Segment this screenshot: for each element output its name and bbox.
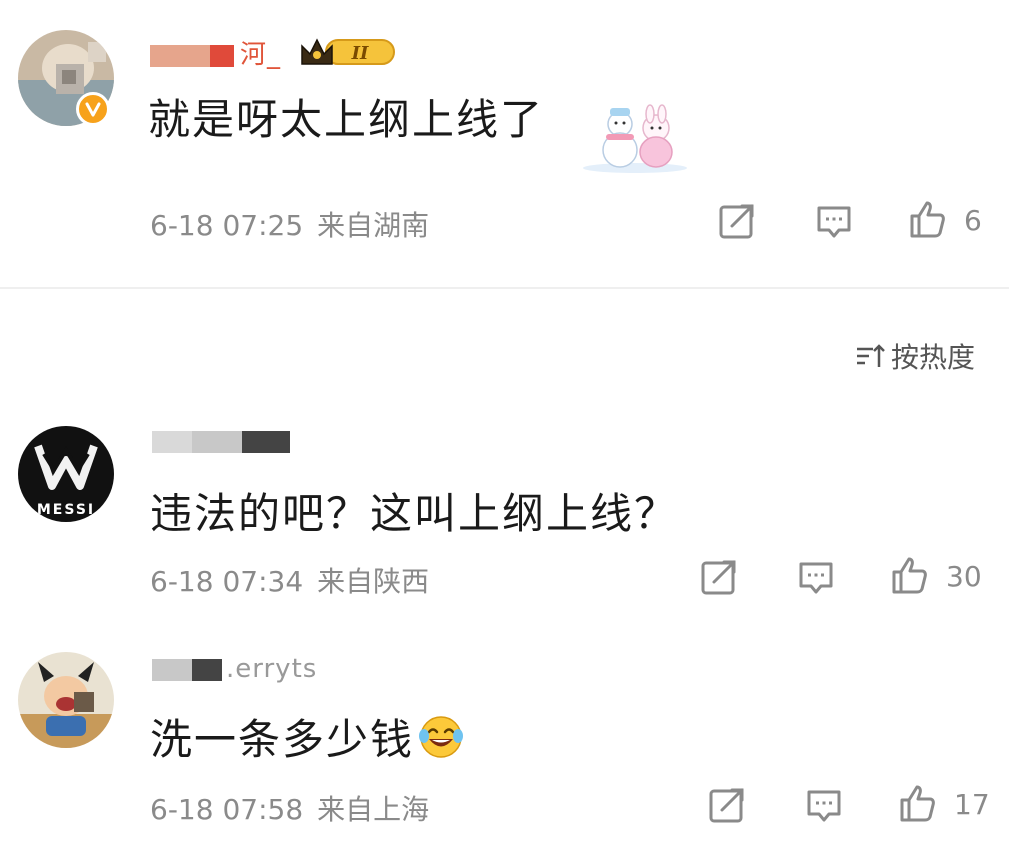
comment-item: MESSI 违法的吧？这叫上纲上线？ 6-18 07:34 来自陕西 30 xyxy=(0,410,1009,630)
like-count: 6 xyxy=(964,204,982,237)
snowman-sticker-icon xyxy=(583,104,687,173)
share-icon[interactable] xyxy=(708,786,746,824)
comment-meta: 6-18 07:34 来自陕西 xyxy=(150,560,429,600)
comment-text: 就是呀太上纲上线了 xyxy=(148,95,545,144)
comment-item: .erryts 洗一条多少钱 6-18 07:58 来自上海 17 xyxy=(0,640,1009,847)
username-text: .erryts xyxy=(226,654,318,684)
sort-button[interactable]: 按热度 xyxy=(855,336,975,376)
comment-date: 6-18 07:25 xyxy=(150,209,304,242)
avatar[interactable] xyxy=(18,652,114,748)
comment-text-content: 洗一条多少钱 xyxy=(150,715,415,764)
like-count: 17 xyxy=(954,788,990,821)
comment-item: 河_ II 就是呀太上纲上线了 6-18 07:25 来自湖南 6 xyxy=(0,0,1009,287)
laughing-tears-emoji-icon xyxy=(419,716,464,758)
comment-location: 来自陕西 xyxy=(317,565,430,598)
comment-location: 来自湖南 xyxy=(317,209,430,242)
username-redaction xyxy=(150,44,210,67)
comment-date: 6-18 07:34 xyxy=(150,565,304,598)
comment-meta: 6-18 07:25 来自湖南 xyxy=(150,204,429,244)
thumbs-up-icon[interactable] xyxy=(890,556,928,594)
verified-badge-icon xyxy=(76,92,110,126)
username-redaction xyxy=(152,430,192,453)
comment-icon[interactable] xyxy=(805,786,843,824)
username[interactable]: .erryts xyxy=(152,654,317,684)
share-icon[interactable] xyxy=(700,558,738,596)
avatar-text: MESSI xyxy=(37,502,95,518)
comment-icon[interactable] xyxy=(797,558,835,596)
username[interactable]: 河_ xyxy=(150,34,281,71)
username[interactable] xyxy=(152,426,290,456)
username-text: 河_ xyxy=(240,40,282,70)
avatar[interactable]: MESSI xyxy=(18,426,114,522)
divider xyxy=(0,287,1009,289)
sort-icon xyxy=(856,344,885,367)
comment-date: 6-18 07:58 xyxy=(150,793,304,826)
comment-location: 来自上海 xyxy=(317,793,430,826)
comment-text: 洗一条多少钱 xyxy=(150,706,464,767)
comment-meta: 6-18 07:58 来自上海 xyxy=(150,788,429,828)
username-redaction xyxy=(152,658,192,681)
share-icon[interactable] xyxy=(718,202,756,240)
member-badge-icon[interactable]: II xyxy=(298,34,396,70)
like-count: 30 xyxy=(946,560,982,593)
sort-label: 按热度 xyxy=(890,341,975,374)
username-redaction xyxy=(242,430,290,453)
comment-icon[interactable] xyxy=(815,202,853,240)
thumbs-up-icon[interactable] xyxy=(908,200,946,238)
thumbs-up-icon[interactable] xyxy=(898,784,936,822)
username-redaction xyxy=(192,430,242,453)
username-redaction xyxy=(192,658,222,681)
comment-text: 违法的吧？这叫上纲上线？ xyxy=(150,489,679,538)
badge-level: II xyxy=(351,43,369,64)
username-redaction xyxy=(210,44,234,67)
